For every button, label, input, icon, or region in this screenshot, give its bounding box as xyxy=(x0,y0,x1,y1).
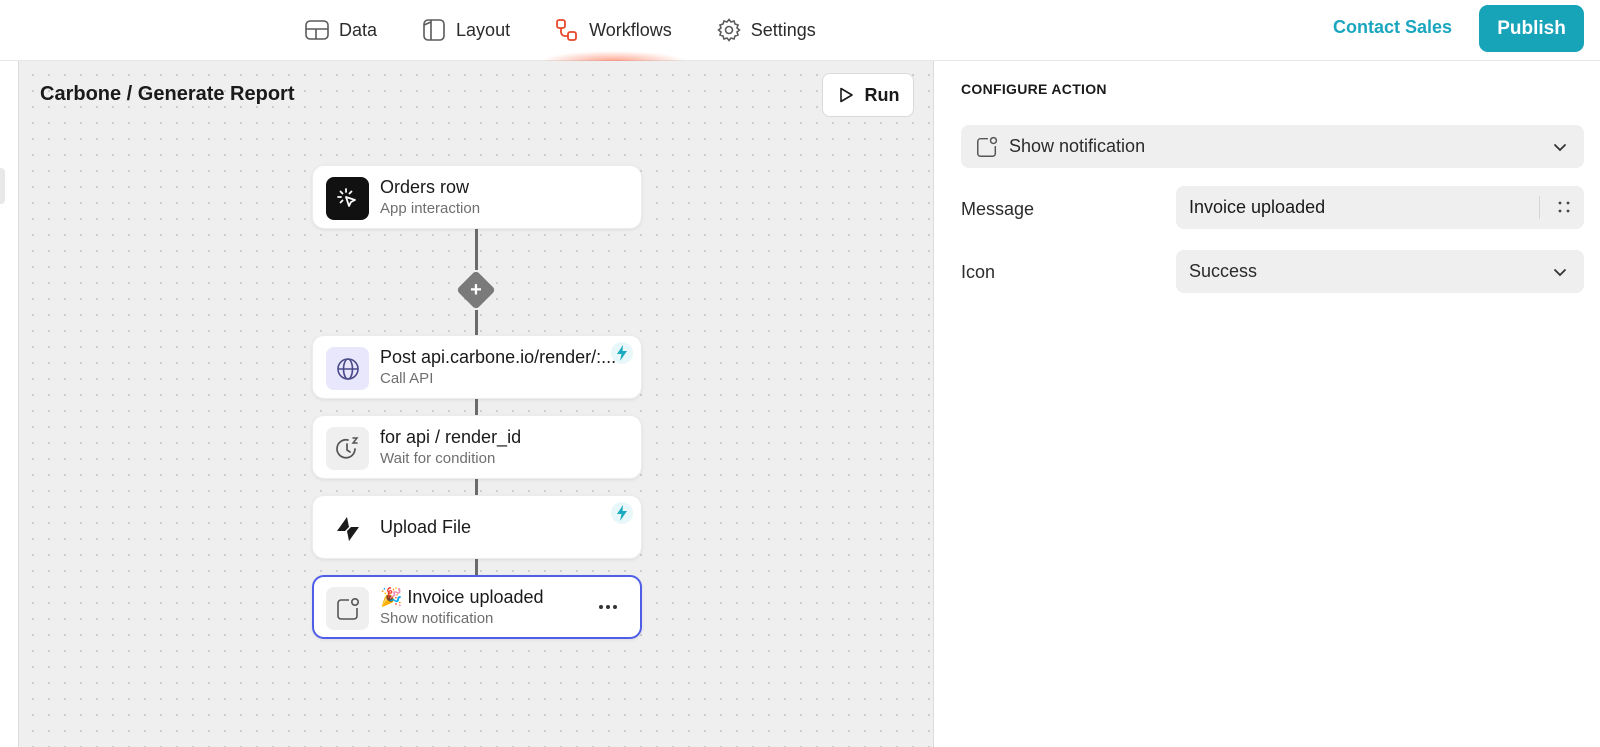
node-title: Upload File xyxy=(380,517,472,537)
node-subtitle: Wait for condition xyxy=(380,450,496,467)
connector-line xyxy=(475,310,478,335)
lightning-icon xyxy=(611,342,633,364)
more-options-icon[interactable] xyxy=(596,597,620,617)
chevron-down-icon xyxy=(1554,268,1566,276)
publish-button[interactable]: Publish xyxy=(1479,5,1584,52)
node-subtitle: App interaction xyxy=(380,200,481,217)
top-bar: Data Layout Workflows Settings Contact S… xyxy=(0,0,1600,61)
table-icon xyxy=(305,20,329,40)
main-nav: Data Layout Workflows Settings xyxy=(300,0,838,61)
globe-icon xyxy=(326,347,369,390)
nav-tab-workflows[interactable]: Workflows xyxy=(532,0,694,61)
nav-tab-label: Data xyxy=(339,19,378,40)
sidebar-toggle-handle[interactable] xyxy=(0,168,5,204)
connector-line xyxy=(475,559,478,575)
message-input[interactable]: Invoice uploaded xyxy=(1176,186,1584,229)
chevron-down-icon xyxy=(1554,143,1566,151)
workflow-node-call-api[interactable]: Post api.carbone.io/render/:... Call API xyxy=(312,335,642,399)
workflow-node-trigger[interactable]: Orders row App interaction xyxy=(312,165,642,229)
nav-tab-data[interactable]: Data xyxy=(300,0,399,60)
workflow-icon xyxy=(556,19,577,41)
play-icon xyxy=(839,87,853,103)
node-subtitle: Show notification xyxy=(380,610,494,627)
run-label: Run xyxy=(864,84,900,105)
notification-icon xyxy=(977,136,998,157)
message-value: Invoice uploaded xyxy=(1189,197,1326,217)
active-tab-indicator xyxy=(540,51,686,61)
icon-label: Icon xyxy=(961,262,996,282)
workflow-node-show-notification[interactable]: 🎉 Invoice uploaded Show notification xyxy=(312,575,642,639)
connector-line xyxy=(475,479,478,495)
divider xyxy=(1539,196,1540,219)
message-label: Message xyxy=(961,199,1035,219)
action-type-select[interactable]: Show notification xyxy=(961,125,1584,168)
run-button[interactable]: Run xyxy=(822,73,914,117)
connector-line xyxy=(475,228,478,270)
nav-tab-layout[interactable]: Layout xyxy=(399,0,532,60)
icon-select[interactable]: Success xyxy=(1176,250,1584,293)
workflow-node-upload-file[interactable]: Upload File xyxy=(312,495,642,559)
layout-icon xyxy=(423,19,445,41)
nav-tab-label: Workflows xyxy=(589,19,672,40)
variable-picker-icon[interactable] xyxy=(1556,199,1572,215)
nav-tab-label: Settings xyxy=(750,19,816,40)
node-subtitle: Call API xyxy=(380,370,434,387)
panel-title: CONFIGURE ACTION xyxy=(961,81,1107,97)
nav-tab-label: Layout xyxy=(456,19,511,40)
notification-icon xyxy=(326,587,369,630)
cursor-click-icon xyxy=(326,177,369,220)
node-title: Post api.carbone.io/render/:... xyxy=(380,347,617,367)
node-title: 🎉 Invoice uploaded xyxy=(380,587,544,607)
node-title: Orders row xyxy=(380,177,470,197)
lightning-icon xyxy=(611,502,633,524)
workflow-canvas[interactable]: Carbone / Generate Report Run + Orders r… xyxy=(18,61,934,747)
workflow-node-wait[interactable]: for api / render_id Wait for condition xyxy=(312,415,642,479)
gear-icon xyxy=(716,18,741,42)
plus-icon: + xyxy=(470,278,482,301)
nav-tab-settings[interactable]: Settings xyxy=(694,0,838,60)
lightning-logo-icon xyxy=(326,507,369,550)
workflow-title: Carbone / Generate Report xyxy=(40,83,295,105)
left-sidebar-edge xyxy=(0,61,18,747)
add-step-button[interactable]: + xyxy=(456,270,496,310)
connector-line xyxy=(475,399,478,415)
node-title: for api / render_id xyxy=(380,427,522,447)
clock-wait-icon xyxy=(326,427,369,470)
configure-action-panel: CONFIGURE ACTION Show notification Messa… xyxy=(934,61,1600,747)
action-type-value: Show notification xyxy=(1009,136,1146,156)
contact-sales-link[interactable]: Contact Sales xyxy=(1333,17,1452,38)
icon-select-value: Success xyxy=(1189,261,1258,281)
